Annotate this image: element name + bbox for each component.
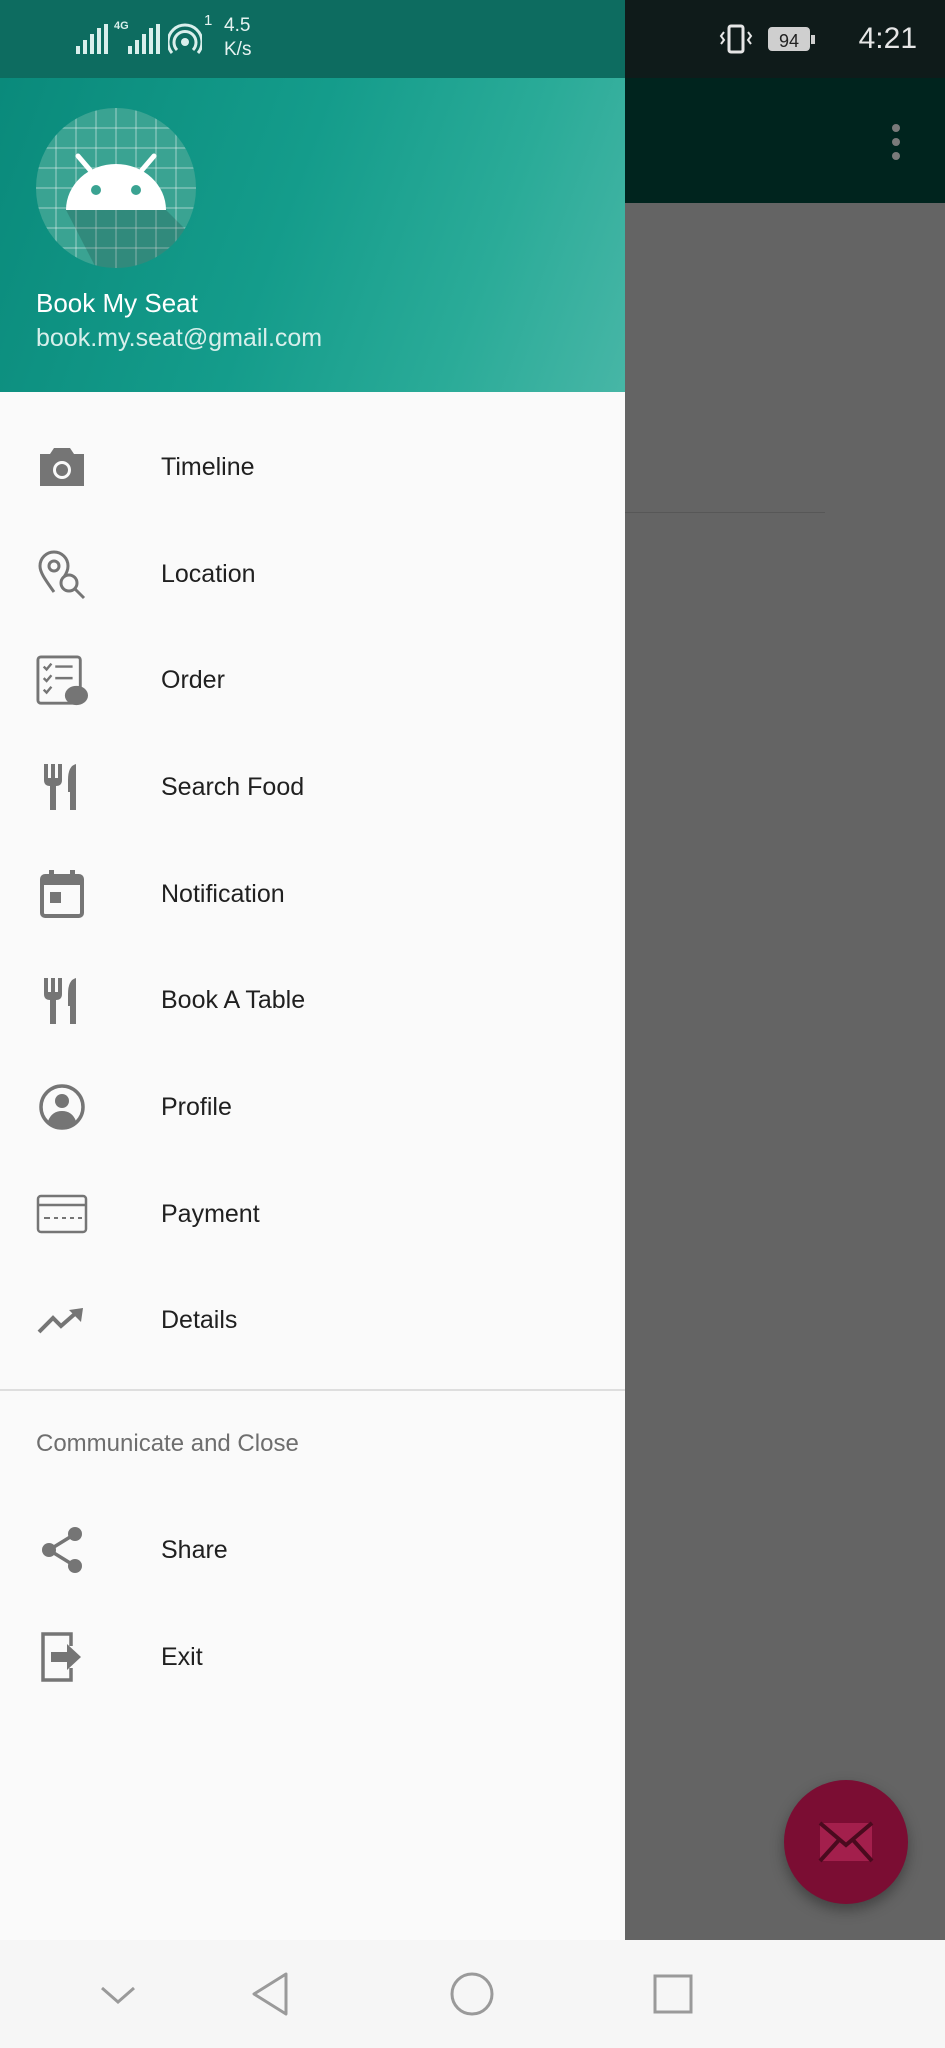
battery-indicator: 94 [768,27,815,51]
menu-item-label: Exit [161,1642,203,1671]
overflow-menu-button[interactable] [872,118,920,166]
account-circle-icon [36,1081,88,1133]
menu-item-location[interactable]: Location [0,521,625,628]
dot [892,138,900,146]
signal-icon-2 [128,24,160,54]
speed-value: 4.5 [224,15,251,36]
menu-item-label: Profile [161,1092,232,1121]
android-logo-icon [36,108,196,268]
network-speed: 4.5 K/s [224,14,251,62]
menu-item-label: Book A Table [161,986,306,1015]
app-avatar[interactable] [36,108,196,268]
signal-icon [76,24,108,54]
section-divider [0,1389,625,1391]
chevron-down-icon [101,1986,135,2004]
clock: 4:21 [858,22,917,55]
status-bar: 4G 1 4.5 K/s 94 4:21 [0,0,945,78]
hotspot-icon [168,23,202,54]
menu-item-order[interactable]: Order [0,627,625,734]
menu-item-timeline[interactable]: Timeline [0,414,625,521]
home-circle-icon [450,1972,494,2016]
checklist-icon [36,655,88,707]
section-title: Communicate and Close [36,1430,299,1457]
drawer-menu-secondary: Share Exit [0,1497,625,1710]
drawer-menu: Timeline Location Order Search Food Noti… [0,414,625,1374]
menu-item-share[interactable]: Share [0,1497,625,1604]
menu-item-label: Location [161,559,256,588]
email-fab[interactable] [784,1780,908,1904]
system-navigation-bar [0,1940,945,2048]
mail-icon [818,1821,874,1863]
menu-item-exit[interactable]: Exit [0,1604,625,1711]
navigation-drawer: Book My Seat book.my.seat@gmail.com Time… [0,78,625,1940]
app-name: Book My Seat [36,288,198,318]
dot [892,124,900,132]
recents-button[interactable] [643,1964,703,2024]
share-icon [36,1524,88,1576]
restaurant-icon [36,761,88,813]
menu-item-notification[interactable]: Notification [0,841,625,948]
camera-icon [36,441,88,493]
speed-superscript: 1 [204,12,213,29]
menu-item-book-a-table[interactable]: Book A Table [0,947,625,1054]
restaurant-icon [36,975,88,1027]
recents-square-icon [653,1974,693,2014]
menu-item-profile[interactable]: Profile [0,1054,625,1161]
dot [892,152,900,160]
location-search-icon [36,548,88,600]
menu-item-label: Order [161,666,225,695]
menu-item-label: Payment [161,1199,260,1228]
back-triangle-icon [252,1972,288,2016]
speed-unit: K/s [224,39,252,60]
trending-up-icon [36,1295,88,1347]
menu-item-label: Notification [161,879,285,908]
menu-item-payment[interactable]: Payment [0,1161,625,1268]
exit-icon [36,1631,88,1683]
menu-item-label: Timeline [161,452,255,481]
home-button[interactable] [442,1964,502,2024]
drawer-header: Book My Seat book.my.seat@gmail.com [0,78,625,392]
calendar-icon [36,868,88,920]
hide-nav-button[interactable] [88,1964,148,2024]
menu-item-details[interactable]: Details [0,1268,625,1375]
vibrate-icon [719,24,753,54]
menu-item-label: Share [161,1535,228,1564]
menu-item-label: Details [161,1306,238,1335]
credit-card-icon [36,1188,88,1240]
menu-item-label: Search Food [161,772,305,801]
back-button[interactable] [240,1964,300,2024]
menu-item-search-food[interactable]: Search Food [0,734,625,841]
account-email: book.my.seat@gmail.com [36,324,323,352]
